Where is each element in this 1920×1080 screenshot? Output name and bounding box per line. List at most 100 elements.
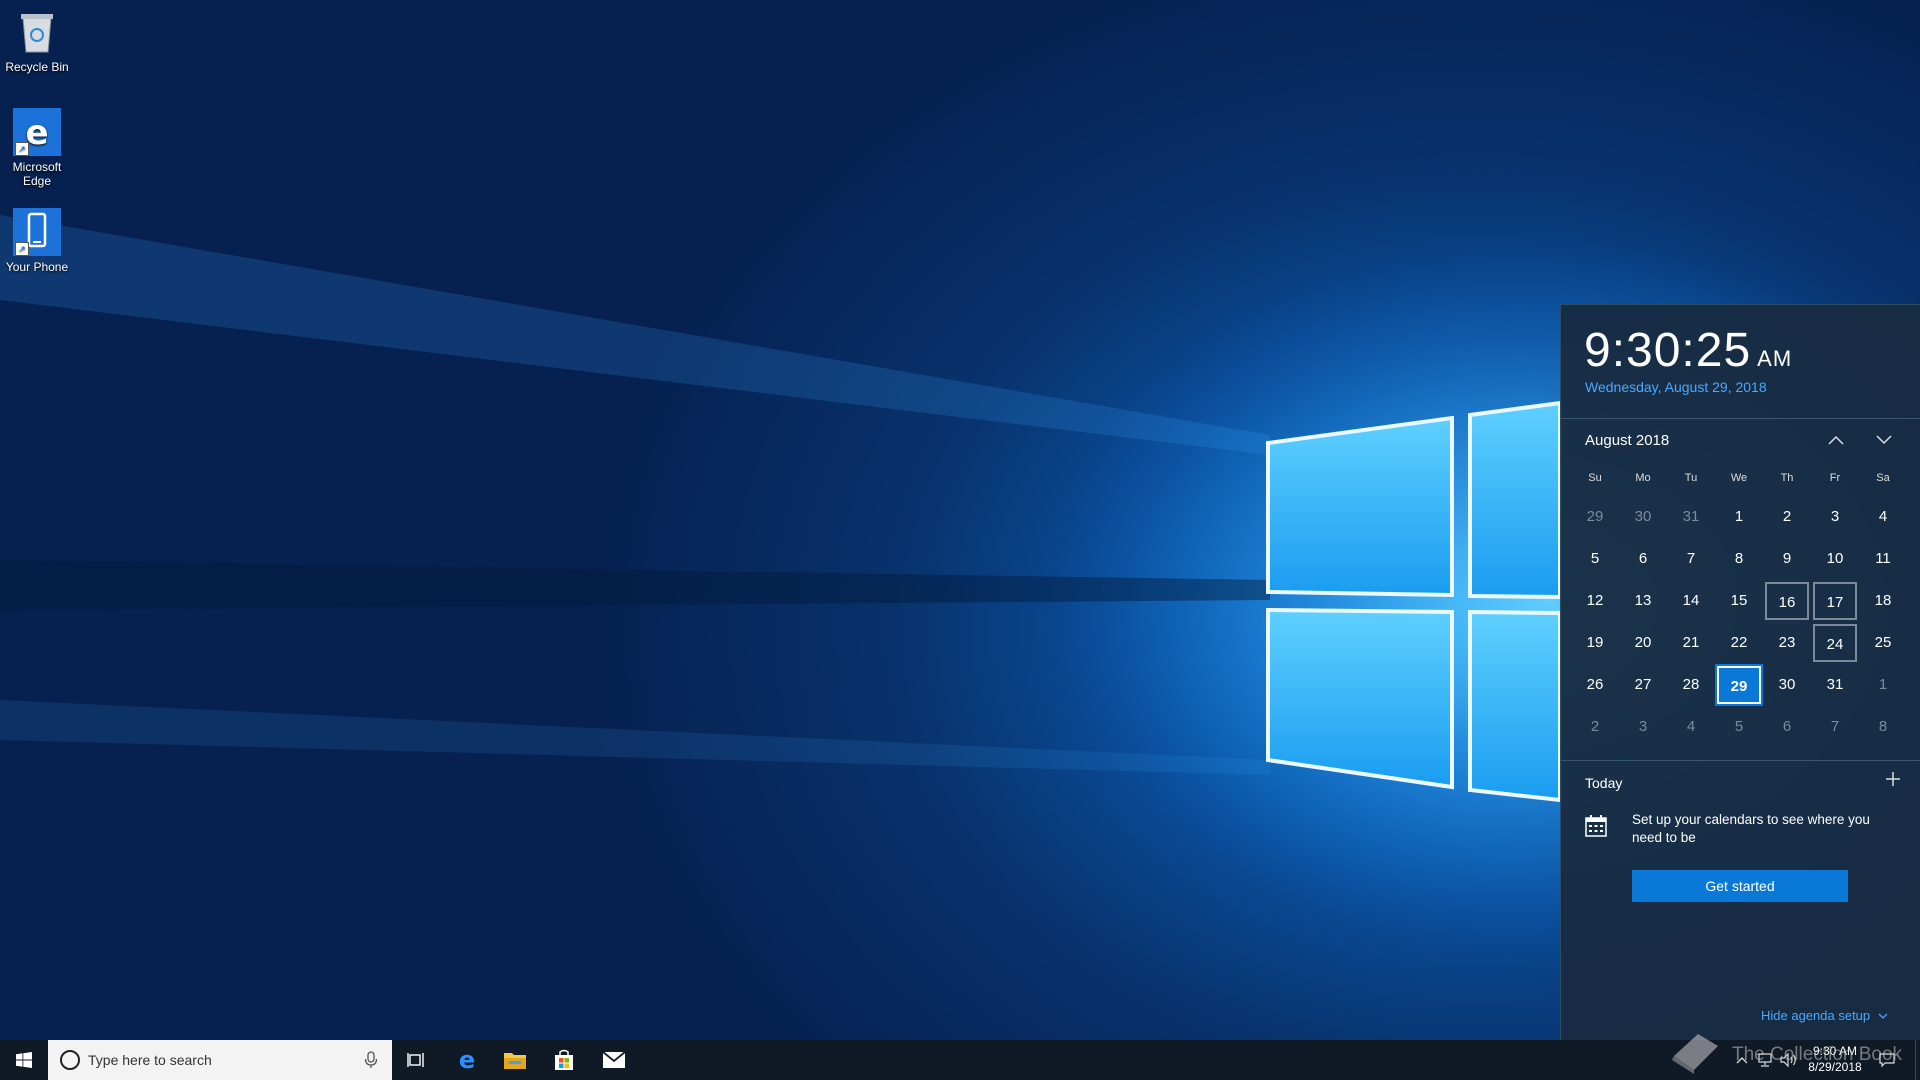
- calendar-day[interactable]: 4: [1669, 708, 1713, 746]
- flyout-ampm: AM: [1757, 346, 1793, 371]
- desktop-icon-recycle-bin[interactable]: Recycle Bin: [0, 0, 74, 74]
- taskbar-store-button[interactable]: [540, 1040, 588, 1080]
- calendar-day[interactable]: 15: [1717, 582, 1761, 620]
- show-desktop-button[interactable]: [1915, 1040, 1920, 1080]
- shortcut-arrow-icon: ↗: [15, 142, 29, 156]
- recycle-bin-icon: [13, 8, 61, 56]
- weekday-label: Th: [1780, 472, 1794, 484]
- shortcut-arrow-icon: ↗: [15, 242, 29, 256]
- get-started-button[interactable]: Get started: [1632, 870, 1848, 902]
- calendar-day[interactable]: 27: [1621, 666, 1665, 704]
- search-box[interactable]: Type here to search: [48, 1040, 392, 1080]
- calendar-day[interactable]: 6: [1621, 540, 1665, 578]
- windows-logo-icon: [16, 1052, 32, 1068]
- desktop-icon-label: Microsoft Edge: [12, 160, 62, 188]
- calendar-day[interactable]: 14: [1669, 582, 1713, 620]
- desktop-icon-label: Recycle Bin: [5, 60, 69, 74]
- calendar-day[interactable]: 13: [1621, 582, 1665, 620]
- calendar-day[interactable]: 9: [1765, 540, 1809, 578]
- chevron-down-icon: [1876, 435, 1892, 445]
- weekday-label: Fr: [1829, 472, 1841, 484]
- calendar-day[interactable]: 2: [1765, 498, 1809, 536]
- start-button[interactable]: [0, 1040, 48, 1080]
- calendar-day[interactable]: 6: [1765, 708, 1809, 746]
- next-month-button[interactable]: [1871, 427, 1897, 453]
- calendar-day[interactable]: 4: [1861, 498, 1905, 536]
- taskbar: Type here to search e 9:30 AM 8/29/2018: [0, 1040, 1920, 1080]
- flyout-clock: 9:30:25 AM: [1584, 323, 1792, 378]
- calendar-day[interactable]: 21: [1669, 624, 1713, 662]
- calendar-day[interactable]: 17: [1813, 582, 1857, 620]
- calendar-day[interactable]: 25: [1861, 624, 1905, 662]
- calendar-day[interactable]: 30: [1765, 666, 1809, 704]
- calendar-day[interactable]: 1: [1861, 666, 1905, 704]
- calendar-day[interactable]: 24: [1813, 624, 1857, 662]
- calendar-day[interactable]: 3: [1813, 498, 1857, 536]
- store-icon: [555, 1049, 573, 1070]
- calendar-day[interactable]: 2: [1573, 708, 1617, 746]
- edge-icon: e ↗: [13, 108, 61, 156]
- add-event-button[interactable]: [1881, 769, 1905, 793]
- weekday-label: Su: [1588, 472, 1602, 484]
- calendar-day[interactable]: 7: [1669, 540, 1713, 578]
- hide-agenda-setup-link[interactable]: Hide agenda setup: [1761, 1008, 1888, 1023]
- desktop-icon-microsoft-edge[interactable]: e ↗ Microsoft Edge: [0, 100, 74, 188]
- desktop-icon-your-phone[interactable]: ↗ Your Phone: [0, 200, 74, 274]
- chevron-up-icon: [1828, 435, 1844, 445]
- calendar-day[interactable]: 5: [1573, 540, 1617, 578]
- calendar-day[interactable]: 8: [1717, 540, 1761, 578]
- divider: [1561, 418, 1920, 419]
- agenda-setup-message: Set up your calendars to see where you n…: [1632, 812, 1870, 845]
- calendar-day[interactable]: 26: [1573, 666, 1617, 704]
- calendar-day[interactable]: 19: [1573, 624, 1617, 662]
- desktop-icon-label: Your Phone: [5, 260, 69, 274]
- calendar-day[interactable]: 5: [1717, 708, 1761, 746]
- calendar-day[interactable]: 3: [1621, 708, 1665, 746]
- previous-month-button[interactable]: [1823, 427, 1849, 453]
- calendar-day[interactable]: 12: [1573, 582, 1617, 620]
- weekday-label: Tu: [1684, 472, 1698, 484]
- calendar-day[interactable]: 31: [1813, 666, 1857, 704]
- task-view-icon: [407, 1053, 424, 1067]
- month-label[interactable]: August 2018: [1585, 432, 1669, 449]
- microphone-icon[interactable]: [362, 1051, 380, 1069]
- hide-agenda-label: Hide agenda setup: [1761, 1008, 1871, 1023]
- mail-icon: [602, 1051, 626, 1068]
- calendar-day[interactable]: 16: [1765, 582, 1809, 620]
- search-placeholder: Type here to search: [88, 1052, 212, 1068]
- divider: [1561, 760, 1920, 761]
- calendar-day[interactable]: 30: [1621, 498, 1665, 536]
- calendar-day[interactable]: 1: [1717, 498, 1761, 536]
- calendar-day[interactable]: 20: [1621, 624, 1665, 662]
- flyout-long-date[interactable]: Wednesday, August 29, 2018: [1585, 379, 1767, 395]
- book-watermark-icon: [1672, 1034, 1718, 1074]
- cortana-icon: [60, 1050, 80, 1070]
- phone-icon: ↗: [13, 208, 61, 256]
- calendar-day-today[interactable]: 29: [1715, 664, 1763, 706]
- flyout-time: 9:30:25: [1584, 324, 1752, 377]
- weekday-label: Sa: [1876, 472, 1890, 484]
- calendar-icon: [1585, 815, 1607, 837]
- calendar-day[interactable]: 23: [1765, 624, 1809, 662]
- taskbar-edge-button[interactable]: e: [443, 1040, 491, 1080]
- plus-icon: [1886, 772, 1900, 786]
- calendar-day[interactable]: 29: [1573, 498, 1617, 536]
- chevron-down-icon: [1878, 1013, 1888, 1019]
- calendar-flyout: 9:30:25 AM Wednesday, August 29, 2018 Aug…: [1560, 304, 1920, 1041]
- svg-text:e: e: [459, 1048, 475, 1072]
- calendar-day[interactable]: 10: [1813, 540, 1857, 578]
- taskbar-file-explorer-button[interactable]: [491, 1040, 539, 1080]
- task-view-button[interactable]: [392, 1040, 440, 1080]
- calendar-day[interactable]: 18: [1861, 582, 1905, 620]
- calendar-day[interactable]: 11: [1861, 540, 1905, 578]
- weekday-label: Mo: [1635, 472, 1651, 484]
- taskbar-mail-button[interactable]: [590, 1040, 638, 1080]
- weekday-label: We: [1730, 472, 1748, 484]
- calendar-day[interactable]: 28: [1669, 666, 1713, 704]
- calendar-day[interactable]: 31: [1669, 498, 1713, 536]
- watermark-text: The Collection Book: [1732, 1044, 1903, 1065]
- calendar-day[interactable]: 8: [1861, 708, 1905, 746]
- calendar-day[interactable]: 7: [1813, 708, 1857, 746]
- calendar-day[interactable]: 22: [1717, 624, 1761, 662]
- folder-icon: [504, 1053, 526, 1069]
